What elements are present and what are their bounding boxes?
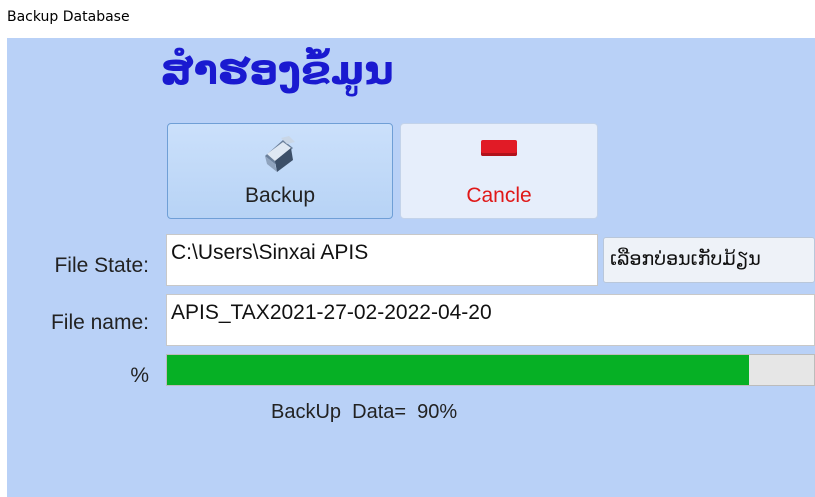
window-title: Backup Database (7, 9, 130, 25)
browse-folder-button[interactable]: ເລືອກບ່ອນເກັບມ້ຽນ (603, 237, 815, 283)
backup-status-text: BackUp Data= 90% (271, 401, 458, 423)
backup-button[interactable]: Backup (167, 123, 393, 219)
file-state-label: File State: (54, 254, 149, 277)
cancel-button-label: Cancle (466, 184, 532, 207)
file-state-field[interactable]: C:\Users\Sinxai APIS (166, 234, 598, 286)
cancel-button[interactable]: Cancle (400, 123, 598, 219)
progress-fill (167, 355, 750, 385)
backup-form: ສຳຮອງຂໍ້ມູນ Backup Cancle File State: C:… (7, 38, 815, 497)
page-title: ສຳຮອງຂໍ້ມູນ (160, 48, 394, 94)
backup-progress-bar (166, 354, 815, 386)
file-name-field[interactable]: APIS_TAX2021-27-02-2022-04-20 (166, 294, 815, 346)
backup-button-label: Backup (244, 184, 316, 207)
cancel-icon (481, 140, 517, 156)
percent-label: % (130, 364, 149, 387)
file-name-label: File name: (50, 311, 149, 334)
title-bar: Backup Database (0, 0, 815, 38)
backup-icon (265, 136, 295, 172)
